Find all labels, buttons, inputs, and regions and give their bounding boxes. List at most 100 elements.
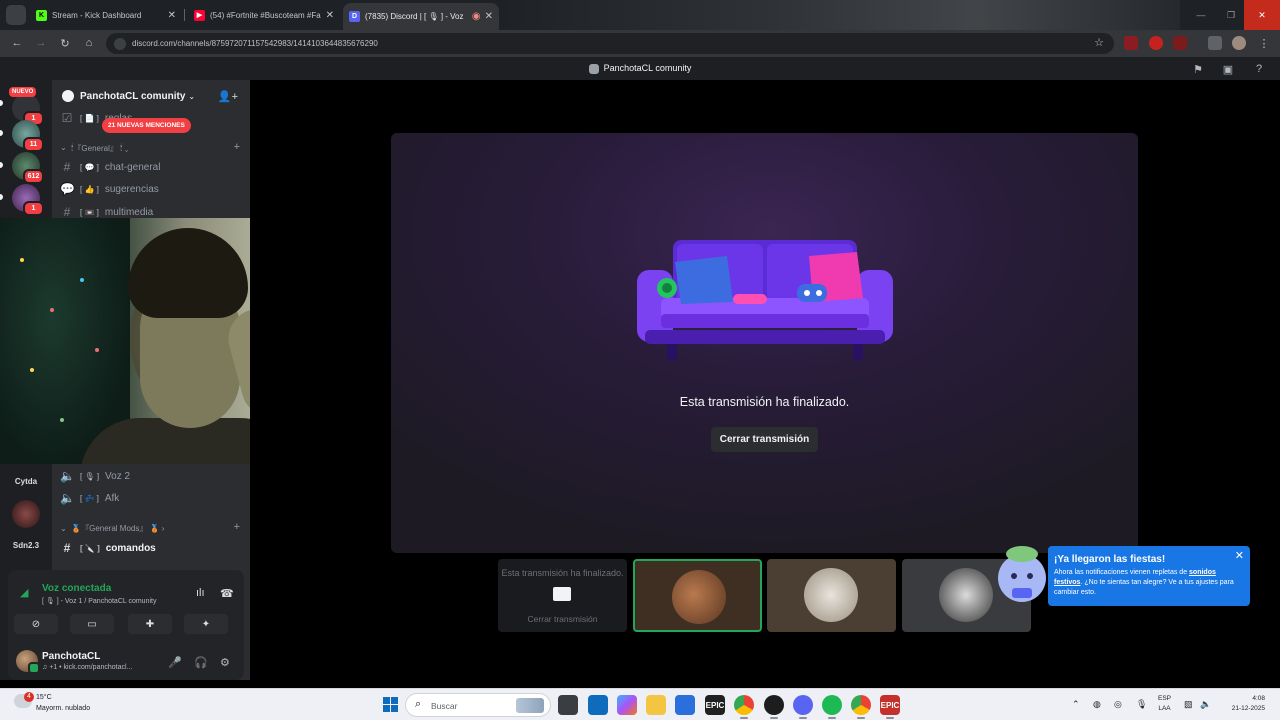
tree-light bbox=[30, 368, 34, 372]
server-icon[interactable]: 1 bbox=[12, 184, 44, 216]
task-view-icon[interactable] bbox=[558, 695, 578, 715]
tab-youtube[interactable]: ▶ (54) #Fortnite #Buscoteam #Fa ✕ bbox=[188, 4, 340, 26]
close-stream-button[interactable]: Cerrar transmisión bbox=[711, 427, 818, 452]
copilot-icon[interactable] bbox=[617, 695, 637, 715]
flag-icon[interactable]: ⚑ bbox=[1190, 61, 1206, 77]
extension-icon[interactable] bbox=[1173, 36, 1187, 50]
maximize-button[interactable]: ❐ bbox=[1216, 0, 1246, 30]
share-screen-button[interactable]: ▭ bbox=[70, 614, 114, 634]
voice-channel-afk[interactable]: 🔈 [ 💤 ] Afk bbox=[60, 488, 240, 508]
reload-icon[interactable]: ↻ bbox=[57, 35, 73, 51]
tab-search-button[interactable] bbox=[6, 5, 26, 25]
store-icon[interactable] bbox=[588, 695, 608, 715]
soundboard-button[interactable]: ✦ bbox=[184, 614, 228, 634]
volume-icon[interactable]: 🔈 bbox=[1200, 699, 1211, 710]
channel-emoji: [ 🔪 ] bbox=[80, 543, 100, 553]
system-clock[interactable]: 4:08 21-12-2025 bbox=[1219, 694, 1265, 714]
taskbar-search[interactable]: ⌕ Buscar bbox=[405, 693, 551, 717]
tab-kick-dashboard[interactable]: K Stream - Kick Dashboard ✕ bbox=[30, 4, 182, 26]
category-general[interactable]: ⌄ 🕯 『General』 🕯 ⌄ + bbox=[60, 141, 244, 155]
close-icon[interactable]: ✕ bbox=[485, 11, 493, 22]
obs-icon[interactable] bbox=[764, 695, 784, 719]
noise-suppression-icon[interactable]: ılı bbox=[196, 587, 205, 599]
tray-microphone-icon[interactable]: 🎙 bbox=[1136, 699, 1147, 710]
server-folder-label[interactable]: Cytda bbox=[0, 477, 52, 486]
running-indicator bbox=[857, 717, 865, 719]
language-indicator[interactable]: ESP LAA bbox=[1158, 694, 1171, 714]
activities-button[interactable]: ✚ bbox=[128, 614, 172, 634]
back-icon[interactable]: ← bbox=[9, 35, 25, 51]
chrome-icon[interactable] bbox=[734, 695, 754, 719]
tab-discord[interactable]: D (7835) Discord | [ 🎙 ] - Voz ◉ ✕ bbox=[343, 3, 499, 30]
new-mentions-pill[interactable]: 21 NUEVAS MENCIONES bbox=[102, 118, 191, 133]
bookmark-star-icon[interactable]: ☆ bbox=[1094, 36, 1104, 49]
help-icon[interactable]: ? bbox=[1251, 61, 1267, 77]
extension-icon[interactable] bbox=[1149, 36, 1163, 50]
file-explorer-icon[interactable] bbox=[646, 695, 666, 715]
epic-games-running-icon[interactable]: EPIC bbox=[880, 695, 900, 719]
minimize-button[interactable]: — bbox=[1186, 0, 1216, 30]
channel-comandos[interactable]: # [ 🔪 ] comandos bbox=[60, 538, 240, 558]
disconnect-icon[interactable]: ☎ bbox=[220, 587, 234, 600]
close-icon[interactable]: ✕ bbox=[326, 10, 334, 21]
chevron-up-icon[interactable]: ⌃ bbox=[1072, 699, 1080, 710]
signal-icon[interactable]: ◢ bbox=[20, 586, 28, 599]
app-icon[interactable] bbox=[675, 695, 695, 715]
headphones-icon[interactable]: 🎧 bbox=[194, 656, 208, 669]
camera-off-button[interactable]: ⊘ bbox=[14, 614, 58, 634]
browser-tab-bar: K Stream - Kick Dashboard ✕ ▶ (54) #Fort… bbox=[0, 0, 1280, 30]
tray-app-icon[interactable]: ◍ bbox=[1093, 699, 1101, 710]
menu-kebab-icon[interactable]: ⋮ bbox=[1256, 35, 1272, 51]
temperature[interactable]: 15°C bbox=[36, 694, 52, 701]
direct-messages-icon[interactable]: 1 bbox=[12, 94, 44, 126]
close-icon[interactable]: ✕ bbox=[1235, 549, 1244, 562]
forum-channel-icon: 💬 bbox=[60, 182, 75, 196]
microphone-icon[interactable]: 🎤 bbox=[168, 656, 182, 669]
user-status-text: ♫ +1 • kick.com/panchotacl... bbox=[42, 664, 133, 671]
channel-sugerencias[interactable]: 💬 [ 👍 ] sugerencias bbox=[60, 179, 240, 199]
address-bar[interactable]: discord.com/channels/875972071157542983/… bbox=[106, 33, 1114, 54]
extension-icon[interactable] bbox=[1124, 36, 1138, 50]
home-icon[interactable]: ⌂ bbox=[81, 35, 97, 51]
profile-avatar[interactable] bbox=[1232, 36, 1246, 50]
server-icon[interactable]: 11 bbox=[12, 120, 44, 152]
media-controls-icon[interactable] bbox=[1208, 36, 1222, 50]
participant-tile[interactable] bbox=[767, 559, 896, 632]
site-info-icon[interactable] bbox=[114, 37, 126, 50]
voice-connected-status[interactable]: Voz conectada bbox=[42, 583, 111, 594]
voice-channel-path[interactable]: [ 🎙 ] - Voz 1 / PanchotaCL comunity bbox=[42, 597, 156, 605]
channel-chat-general[interactable]: # [ 💬 ] chat-general bbox=[60, 157, 240, 177]
channel-emoji: [ 💬 ] bbox=[80, 162, 99, 172]
epic-games-icon[interactable]: EPIC bbox=[705, 695, 725, 715]
inbox-icon[interactable]: ▣ bbox=[1220, 61, 1236, 77]
wifi-icon[interactable]: ▧ bbox=[1184, 699, 1193, 710]
create-channel-icon[interactable]: + bbox=[234, 521, 240, 533]
create-channel-icon[interactable]: + bbox=[234, 141, 240, 153]
discord-taskbar-icon[interactable] bbox=[793, 695, 813, 719]
stream-thumbnail-ended[interactable]: Esta transmisión ha finalizado. Cerrar t… bbox=[498, 559, 627, 632]
settings-gear-icon[interactable]: ⚙ bbox=[220, 656, 230, 669]
spotify-icon[interactable] bbox=[822, 695, 842, 719]
voice-channel-voz-2[interactable]: 🔈 [ 🎙 ] Voz 2 bbox=[60, 466, 240, 486]
windows-start-icon[interactable] bbox=[383, 697, 398, 712]
user-avatar[interactable] bbox=[16, 650, 40, 674]
participant-tile[interactable] bbox=[633, 559, 762, 632]
medal-icon: 🥉 › bbox=[147, 523, 165, 533]
running-indicator bbox=[886, 717, 894, 719]
tray-app-icon[interactable]: ◎ bbox=[1114, 699, 1122, 710]
chrome-profile-icon[interactable] bbox=[851, 695, 871, 719]
tab-separator bbox=[184, 9, 185, 21]
channel-name: multimedia bbox=[104, 206, 154, 218]
forward-icon[interactable]: → bbox=[33, 35, 49, 51]
server-folder-label[interactable]: Sdn2.3 bbox=[0, 541, 52, 550]
window-close-button[interactable]: ✕ bbox=[1244, 0, 1280, 30]
username[interactable]: PanchotaCL bbox=[42, 651, 100, 662]
invite-people-icon[interactable]: 👤+ bbox=[218, 90, 238, 103]
close-icon[interactable]: ✕ bbox=[168, 10, 176, 21]
weather-description[interactable]: Mayorm. nublado bbox=[36, 705, 90, 712]
tab-title: (54) #Fortnite #Buscoteam #Fa bbox=[210, 10, 321, 20]
server-icon[interactable]: 612 bbox=[12, 152, 44, 184]
thumbnail-close-button[interactable]: Cerrar transmisión bbox=[498, 614, 627, 624]
category-general-mods[interactable]: ⌄ 🥉 『General Mods』 🥉 › + bbox=[60, 521, 244, 535]
server-icon[interactable] bbox=[12, 500, 40, 528]
